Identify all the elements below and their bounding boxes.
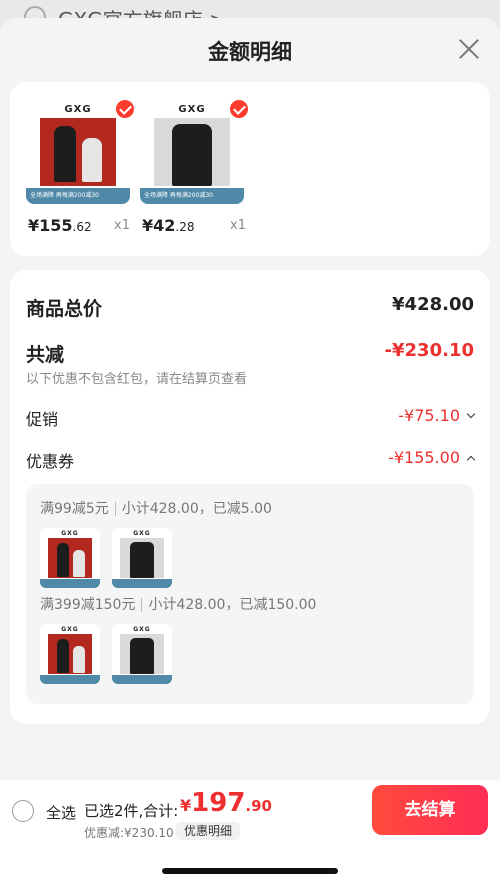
coupon-value-group: -¥155.00	[388, 448, 476, 467]
coupon-value: -¥155.00	[388, 448, 460, 467]
discount-detail-button[interactable]: 优惠明细	[176, 822, 241, 840]
product-promo-band: 全场满降 再每满200减30	[26, 188, 130, 204]
product-quantity: x1	[114, 218, 130, 233]
product-price: ¥42.28	[142, 216, 195, 235]
checkout-button[interactable]: 去结算	[372, 785, 488, 835]
mini-brand-logo: GXG	[133, 530, 151, 537]
check-icon[interactable]	[114, 98, 136, 120]
coupon-rule-line: 满99减5元 小计428.00，已减5.00	[40, 498, 272, 518]
total-reduction-label: 共减	[26, 344, 65, 366]
product-quantity: x1	[230, 218, 246, 233]
product-photo	[154, 118, 230, 186]
promotion-value: -¥75.10	[398, 406, 460, 425]
product-price: ¥155.62	[28, 216, 92, 235]
close-icon[interactable]	[458, 38, 480, 60]
product-photo	[40, 118, 116, 186]
discount-note: 以下优惠不包含红包，请在结算页查看	[26, 372, 248, 387]
chevron-down-icon[interactable]	[466, 409, 476, 418]
selected-count-text: 已选2件,合计:	[84, 802, 179, 820]
mini-brand-logo: GXG	[61, 626, 79, 633]
coupon-product-thumbnail: GXG	[112, 624, 172, 684]
mini-brand-logo: GXG	[61, 530, 79, 537]
select-all-label[interactable]: 全选	[46, 802, 76, 823]
product-thumbnail: GXG 全场满降 再每满200减30	[26, 100, 130, 204]
coupon-detail: 小计428.00，已减5.00	[121, 501, 272, 517]
coupon-product-thumbnail: GXG	[40, 528, 100, 588]
selected-products-card: GXG 全场满降 再每满200减30 ¥155.62 x1 GXG 全场满降 再…	[10, 82, 490, 256]
promotion-label: 促销	[26, 410, 59, 429]
checkout-bar: 全选 已选2件,合计: ¥197.90 优惠减:¥230.10 优惠明细 去结算	[0, 780, 500, 884]
chevron-up-icon[interactable]	[466, 455, 476, 464]
price-summary-card: 商品总价 ¥428.00 共减 -¥230.10 以下优惠不包含红包，请在结算页…	[10, 270, 490, 724]
sheet-title: 金额明细	[208, 40, 292, 64]
total-price-value: ¥428.00	[392, 294, 474, 315]
coupon-product-thumbnail: GXG	[40, 624, 100, 684]
checkout-total-price: ¥197.90	[180, 788, 272, 818]
total-reduction-value: -¥230.10	[384, 340, 474, 361]
product-thumbnail: GXG 全场满降 再每满200减30	[140, 100, 244, 204]
coupon-detail-box: 满99减5元 小计428.00，已减5.00 GXG GXG 满399减150元小…	[26, 484, 474, 704]
select-all-radio[interactable]	[12, 800, 34, 822]
product-promo-band: 全场满降 再每满200减30	[140, 188, 244, 204]
amount-detail-sheet: 金额明细 GXG 全场满降 再每满200减30 ¥155.62 x1 GXG 全…	[0, 18, 500, 884]
coupon-rule: 满399减150元	[40, 597, 136, 613]
discount-summary: 优惠减:¥230.10	[84, 826, 174, 840]
mini-brand-logo: GXG	[133, 626, 151, 633]
home-indicator	[162, 868, 338, 874]
sheet-header: 金额明细	[0, 18, 500, 82]
check-icon[interactable]	[228, 98, 250, 120]
total-price-label: 商品总价	[26, 298, 103, 320]
coupon-detail: 小计428.00，已减150.00	[148, 597, 317, 613]
coupon-label: 优惠券	[26, 452, 75, 471]
coupon-rule: 满99减5元	[40, 501, 109, 517]
coupon-product-thumbnail: GXG	[112, 528, 172, 588]
product-item[interactable]: GXG 全场满降 再每满200减30 ¥42.28 x1	[140, 98, 250, 235]
product-item[interactable]: GXG 全场满降 再每满200减30 ¥155.62 x1	[26, 98, 136, 235]
promotion-value-group: -¥75.10	[398, 406, 476, 425]
coupon-rule-line: 满399减150元 小计428.00，已减150.00	[40, 594, 316, 614]
